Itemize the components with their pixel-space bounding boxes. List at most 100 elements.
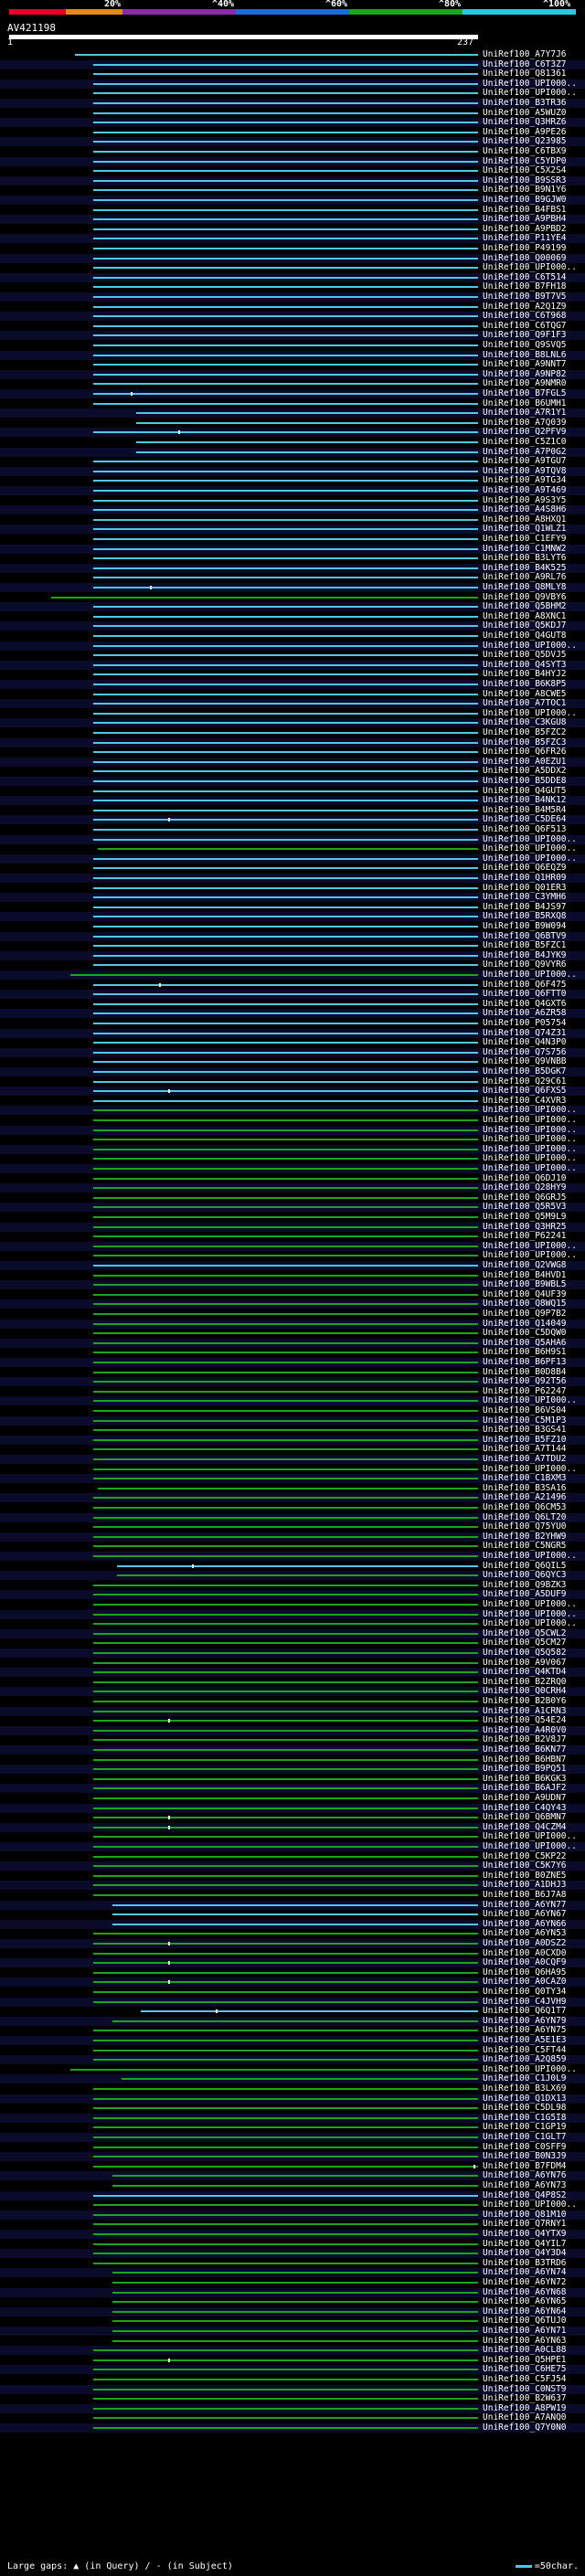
hit-row[interactable]: UniRef100_Q9VNBB (0, 1057, 585, 1066)
hit-label[interactable]: UniRef100_Q0CRH4 (483, 1687, 567, 1696)
hit-row[interactable]: UniRef100_UPI000.. (0, 1619, 585, 1628)
hit-row[interactable]: UniRef100_B4JYK9 (0, 950, 585, 960)
hit-row[interactable]: UniRef100_Q4N3P0 (0, 1038, 585, 1047)
hit-row[interactable]: UniRef100_B7FDM4 (0, 2161, 585, 2171)
hit-row[interactable]: UniRef100_Q6LT20 (0, 1512, 585, 1522)
hit-row[interactable]: UniRef100_C5K7Y6 (0, 1861, 585, 1871)
hit-row[interactable]: UniRef100_Q7Y0N0 (0, 2423, 585, 2433)
hit-row[interactable]: UniRef100_C6T514 (0, 272, 585, 282)
hit-row[interactable]: UniRef100_C5DL98 (0, 2104, 585, 2113)
hit-row[interactable]: UniRef100_Q9SVQ5 (0, 341, 585, 350)
hit-label[interactable]: UniRef100_UPI000.. (483, 1842, 577, 1851)
hit-label[interactable]: UniRef100_B0D8B4 (483, 1367, 567, 1377)
hit-label[interactable]: UniRef100_B8LNL6 (483, 350, 567, 360)
hit-row[interactable]: UniRef100_Q4YTX9 (0, 2230, 585, 2239)
hit-label[interactable]: UniRef100_Q6Q1T7 (483, 2007, 567, 2016)
hit-label[interactable]: UniRef100_A9T469 (483, 486, 567, 495)
hit-row[interactable]: UniRef100_C5NGR5 (0, 1542, 585, 1551)
hit-row[interactable]: UniRef100_Q5AHA6 (0, 1338, 585, 1348)
hit-row[interactable]: UniRef100_C5FJ54 (0, 2375, 585, 2384)
hit-label[interactable]: UniRef100_C1G5I8 (483, 2113, 567, 2123)
hit-label[interactable]: UniRef100_A9RL76 (483, 573, 567, 582)
hit-label[interactable]: UniRef100_Q6BTV9 (483, 931, 567, 941)
hit-row[interactable]: UniRef100_P11YE4 (0, 234, 585, 244)
hit-label[interactable]: UniRef100_UPI000.. (483, 2200, 577, 2210)
hit-label[interactable]: UniRef100_Q5DVJ5 (483, 651, 567, 660)
hit-label[interactable]: UniRef100_C5KP22 (483, 1851, 567, 1861)
hit-row[interactable]: UniRef100_Q9VBY6 (0, 592, 585, 602)
hit-row[interactable]: UniRef100_C4QY43 (0, 1803, 585, 1813)
hit-label[interactable]: UniRef100_P62247 (483, 1386, 567, 1396)
hit-label[interactable]: UniRef100_Q6CM53 (483, 1503, 567, 1512)
hit-label[interactable]: UniRef100_B5FZC3 (483, 737, 567, 747)
hit-row[interactable]: UniRef100_B5FZC3 (0, 737, 585, 747)
hit-row[interactable]: UniRef100_Q6BMN7 (0, 1813, 585, 1822)
hit-row[interactable]: UniRef100_B5FZC1 (0, 941, 585, 950)
hit-row[interactable]: UniRef100_C1J0L9 (0, 2074, 585, 2084)
hit-row[interactable]: UniRef100_Q1DX13 (0, 2094, 585, 2104)
hit-label[interactable]: UniRef100_UPI000.. (483, 844, 577, 853)
hit-row[interactable]: UniRef100_B0N3J9 (0, 2152, 585, 2162)
hit-row[interactable]: UniRef100_C6TQG7 (0, 321, 585, 331)
hit-label[interactable]: UniRef100_B7FDM4 (483, 2161, 567, 2171)
hit-row[interactable]: UniRef100_B6PF13 (0, 1358, 585, 1367)
hit-row[interactable]: UniRef100_A9NNT7 (0, 360, 585, 369)
hit-label[interactable]: UniRef100_A7P0G2 (483, 447, 567, 457)
hit-label[interactable]: UniRef100_A9NNT7 (483, 360, 567, 369)
hit-label[interactable]: UniRef100_C5M1P3 (483, 1415, 567, 1426)
hit-label[interactable]: UniRef100_Q01ER3 (483, 883, 567, 893)
hit-row[interactable]: UniRef100_B0D8B4 (0, 1367, 585, 1377)
hit-label[interactable]: UniRef100_B3LYT6 (483, 554, 567, 563)
hit-row[interactable]: UniRef100_A7R1Y1 (0, 408, 585, 419)
hit-row[interactable]: UniRef100_UPI000.. (0, 708, 585, 718)
hit-row[interactable]: UniRef100_Q4SYT3 (0, 660, 585, 670)
hit-label[interactable]: UniRef100_B3GS41 (483, 1426, 567, 1435)
hit-label[interactable]: UniRef100_Q4UF39 (483, 1289, 567, 1299)
hit-row[interactable]: UniRef100_Q6F513 (0, 825, 585, 834)
hit-label[interactable]: UniRef100_P49199 (483, 244, 567, 253)
hit-label[interactable]: UniRef100_A0DSZ2 (483, 1939, 567, 1948)
hit-label[interactable]: UniRef100_A6YN74 (483, 2268, 567, 2277)
hit-row[interactable]: UniRef100_Q6DJ10 (0, 1173, 585, 1183)
hit-label[interactable]: UniRef100_Q6TUJ0 (483, 2316, 567, 2326)
hit-label[interactable]: UniRef100_C5YDP0 (483, 156, 567, 166)
hit-label[interactable]: UniRef100_A0CXD0 (483, 1948, 567, 1958)
hit-label[interactable]: UniRef100_A1DHJ3 (483, 1881, 567, 1890)
hit-label[interactable]: UniRef100_A6YN66 (483, 1919, 567, 1929)
hit-label[interactable]: UniRef100_B9WBL5 (483, 1280, 567, 1289)
hit-label[interactable]: UniRef100_A0CL88 (483, 2346, 567, 2355)
hit-label[interactable]: UniRef100_A6YN63 (483, 2336, 567, 2346)
hit-label[interactable]: UniRef100_Q5R5V3 (483, 1203, 567, 1212)
hit-row[interactable]: UniRef100_B6J7A8 (0, 1891, 585, 1900)
hit-row[interactable]: UniRef100_Q81M10 (0, 2210, 585, 2220)
hit-label[interactable]: UniRef100_Q1HR09 (483, 874, 567, 883)
hit-label[interactable]: UniRef100_A7TOC1 (483, 699, 567, 708)
hit-label[interactable]: UniRef100_B6AJF2 (483, 1784, 567, 1793)
hit-row[interactable]: UniRef100_A9TGU7 (0, 457, 585, 466)
hit-row[interactable]: UniRef100_Q5BHM2 (0, 602, 585, 612)
hit-row[interactable]: UniRef100_A7P0G2 (0, 447, 585, 457)
hit-row[interactable]: UniRef100_Q1HR09 (0, 874, 585, 883)
hit-row[interactable]: UniRef100_Q4YIL7 (0, 2239, 585, 2249)
hit-row[interactable]: UniRef100_Q6QIL5 (0, 1561, 585, 1571)
hit-row[interactable]: UniRef100_Q6GRJ5 (0, 1193, 585, 1203)
hit-label[interactable]: UniRef100_Q4GUT5 (483, 786, 567, 796)
hit-row[interactable]: UniRef100_Q7RNY1 (0, 2220, 585, 2229)
hit-label[interactable]: UniRef100_Q6LT20 (483, 1512, 567, 1522)
hit-row[interactable]: UniRef100_Q6FTT0 (0, 990, 585, 1000)
hit-row[interactable]: UniRef100_UPI000.. (0, 1154, 585, 1163)
hit-label[interactable]: UniRef100_Q6DJ10 (483, 1173, 567, 1183)
hit-row[interactable]: UniRef100_B3TR36 (0, 99, 585, 108)
hit-row[interactable]: UniRef100_B3GS41 (0, 1426, 585, 1435)
hit-row[interactable]: UniRef100_B8LNL6 (0, 350, 585, 360)
hit-row[interactable]: UniRef100_A9TG34 (0, 476, 585, 485)
hit-label[interactable]: UniRef100_Q4YIL7 (483, 2239, 567, 2249)
hit-label[interactable]: UniRef100_B4HYJ2 (483, 670, 567, 679)
hit-row[interactable]: UniRef100_Q6CM53 (0, 1503, 585, 1512)
hit-label[interactable]: UniRef100_B9PQ51 (483, 1765, 567, 1774)
hit-label[interactable]: UniRef100_C6HE75 (483, 2365, 567, 2374)
hit-row[interactable]: UniRef100_A9TQV8 (0, 466, 585, 476)
hit-row[interactable]: UniRef100_B6KN77 (0, 1745, 585, 1754)
hit-row[interactable]: UniRef100_A1DHJ3 (0, 1881, 585, 1891)
hit-row[interactable]: UniRef100_B5RXQ8 (0, 912, 585, 922)
